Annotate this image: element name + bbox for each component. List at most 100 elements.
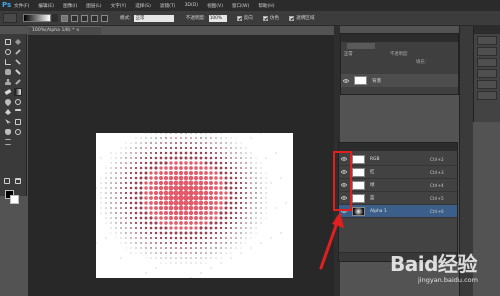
halftone-dot [150, 142, 152, 144]
halftone-dot [145, 237, 147, 239]
halftone-dot [178, 170, 184, 176]
halftone-dot [110, 182, 112, 184]
halftone-dot [115, 207, 117, 209]
halftone-dot [115, 212, 117, 214]
halftone-dot [240, 232, 242, 234]
rectangle-tool-icon[interactable] [14, 118, 22, 126]
halftone-dot [175, 142, 177, 144]
visibility-eye-icon[interactable] [341, 78, 350, 83]
mode-select[interactable]: 正常 [133, 14, 174, 22]
channel-row-blue[interactable]: 蓝 Ctrl+5 [339, 192, 457, 205]
eyedropper-tool-icon[interactable] [14, 58, 22, 66]
halftone-dot [255, 217, 257, 219]
menu-select[interactable]: 选择(S) [135, 3, 151, 9]
halftone-dot [229, 201, 233, 205]
menu-image[interactable]: 图像(I) [63, 3, 77, 9]
dither-checkbox[interactable]: 仿色 [262, 15, 279, 21]
menu-view[interactable]: 视图(V) [207, 3, 223, 9]
transparency-checkbox[interactable]: 透明区域 [289, 15, 314, 21]
halftone-dot [190, 262, 192, 264]
menu-help[interactable]: 帮助(H) [258, 3, 274, 9]
halftone-dot [250, 247, 252, 249]
halftone-dot [210, 242, 212, 244]
lasso-tool-icon[interactable] [4, 48, 12, 56]
crop-tool-icon[interactable] [4, 58, 12, 66]
menu-window[interactable]: 窗口(W) [232, 3, 249, 9]
halftone-dot [173, 185, 179, 191]
halftone-dot [265, 202, 267, 204]
hand-tool-icon[interactable] [4, 128, 12, 136]
adjustment-button-2[interactable] [477, 47, 497, 56]
radial-gradient-button[interactable] [71, 14, 78, 22]
halftone-dot [115, 227, 117, 229]
layer-background[interactable]: 背景 [341, 74, 458, 87]
halftone-dot [159, 166, 163, 170]
menu-filter[interactable]: 滤镜(T) [160, 3, 176, 9]
adjustment-button-3[interactable] [477, 58, 497, 67]
gradient-swatch[interactable] [23, 14, 51, 22]
menu-3d[interactable]: 3D(D) [184, 3, 198, 8]
halftone-dot [185, 257, 187, 259]
channels-panel-tabbar[interactable] [339, 143, 457, 151]
opacity-input[interactable]: 100% [208, 14, 227, 22]
halftone-dot [173, 180, 179, 186]
halftone-dot [204, 171, 208, 175]
layer-blend-mode[interactable]: 正常 [344, 51, 370, 57]
screen-mode-icon[interactable] [14, 177, 22, 185]
tool-preset-picker[interactable] [3, 13, 17, 23]
layer-filter-select[interactable] [347, 43, 375, 49]
reflected-gradient-button[interactable] [91, 14, 98, 22]
document-canvas[interactable] [96, 133, 293, 278]
menu-type[interactable]: 文字(Y) [111, 3, 127, 9]
layers-panel-tabbar[interactable] [341, 34, 458, 42]
channel-row-rgb[interactable]: RGB Ctrl+2 [339, 153, 457, 166]
eraser-tool-icon[interactable] [4, 88, 12, 96]
halftone-dot [219, 231, 223, 235]
type-tool-icon[interactable] [14, 108, 22, 116]
history-brush-tool-icon[interactable] [14, 78, 22, 86]
marquee-tool-icon[interactable] [4, 38, 12, 46]
adjustment-button-4[interactable] [477, 69, 497, 78]
adjustment-button-1[interactable] [477, 36, 497, 45]
quick-mask-icon[interactable] [3, 177, 11, 185]
halftone-dot [120, 222, 122, 224]
dodge-tool-icon[interactable] [14, 98, 22, 106]
menu-layer[interactable]: 图层(L) [86, 3, 101, 9]
halftone-dot [155, 137, 157, 139]
halftone-dot [183, 215, 189, 221]
channel-row-green[interactable]: 绿 Ctrl+4 [339, 179, 457, 192]
document-tab[interactable]: 100%(Alpha 1/8) * × [29, 26, 101, 35]
brush-tool-icon[interactable] [14, 68, 22, 76]
halftone-dot [198, 200, 204, 206]
background-color-swatch[interactable] [10, 195, 19, 204]
channel-row-red[interactable]: 红 Ctrl+3 [339, 166, 457, 179]
healing-brush-tool-icon[interactable] [4, 68, 12, 76]
checkbox-box [236, 15, 242, 21]
gradient-tool-icon[interactable] [14, 88, 22, 96]
halftone-dot [214, 216, 218, 220]
halftone-dot [100, 157, 102, 159]
zoom-tool-icon[interactable] [14, 128, 22, 136]
halftone-dot [260, 202, 262, 204]
magic-wand-tool-icon[interactable] [14, 48, 22, 56]
diamond-gradient-button[interactable] [101, 14, 108, 22]
clone-stamp-tool-icon[interactable] [4, 78, 12, 86]
adjustment-button-6[interactable] [477, 91, 497, 100]
halftone-dot [193, 185, 199, 191]
menu-file[interactable]: 文件(F) [14, 3, 29, 9]
path-selection-tool-icon[interactable] [4, 118, 12, 126]
edit-toolbar-icon[interactable] [4, 138, 12, 146]
blur-tool-icon[interactable] [3, 97, 13, 107]
gradient-dropdown-button[interactable] [52, 14, 58, 22]
adjustments-panel-tabbar[interactable] [474, 26, 500, 34]
halftone-dot [280, 232, 282, 234]
angle-gradient-button[interactable] [81, 14, 88, 22]
linear-gradient-button[interactable] [61, 14, 68, 22]
halftone-dot [190, 252, 192, 254]
reverse-checkbox[interactable]: 反向 [236, 15, 253, 21]
channel-row-alpha-1[interactable]: Alpha 1 Ctrl+6 [339, 205, 457, 218]
menu-edit[interactable]: 编辑(E) [38, 3, 54, 9]
adjustment-button-5[interactable] [477, 80, 497, 89]
pen-tool-icon[interactable] [4, 108, 12, 116]
move-tool-icon[interactable] [14, 38, 22, 46]
